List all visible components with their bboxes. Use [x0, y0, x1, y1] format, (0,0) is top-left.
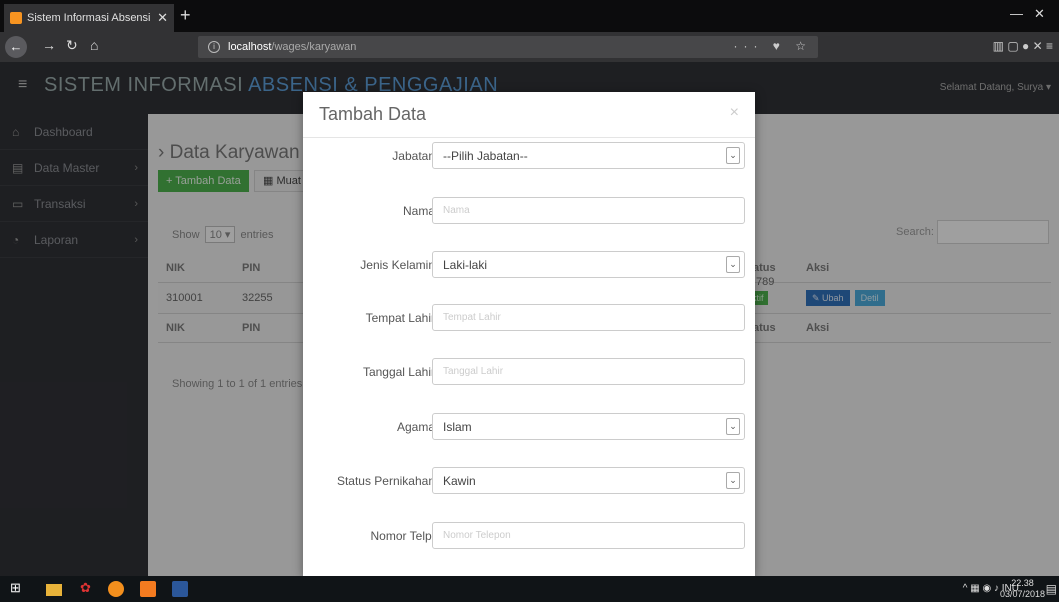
chevron-down-icon: ⌄	[726, 472, 740, 489]
form-row-nama: Nama Nama	[303, 197, 755, 225]
xampp-icon[interactable]	[140, 581, 156, 597]
close-icon[interactable]: ×	[730, 104, 739, 122]
clock-time: 22.38	[1011, 578, 1034, 588]
clock-date: 03/07/2018	[999, 589, 1045, 599]
clock[interactable]: 22.38 03/07/2018	[1000, 578, 1045, 600]
label-nomor-telp: Nomor Telp.	[370, 529, 435, 543]
form-row-tanggal-lahir: Tanggal Lahir Tanggal Lahir	[303, 358, 755, 386]
url-bar[interactable]: i localhost /wages/karyawan ··· ♥ ☆	[198, 36, 818, 58]
navigation-bar: ← → ↻ ⌂ i localhost /wages/karyawan ··· …	[0, 32, 1059, 62]
label-nama: Nama	[402, 204, 435, 218]
firefox-icon[interactable]	[108, 581, 124, 597]
jenis-kelamin-value: Laki-laki	[443, 258, 488, 272]
close-window-icon[interactable]: ✕	[1034, 6, 1045, 22]
label-status-pernikahan: Status Pernikahan	[336, 474, 435, 488]
page-actions-icon[interactable]: ··· ♥ ☆	[733, 39, 812, 53]
label-jabatan: Jabatan	[392, 149, 435, 163]
tab-bar: Sistem Informasi Absensi & Pe ✕ + — ✕	[0, 0, 1059, 32]
label-tanggal-lahir: Tanggal Lahir	[362, 365, 435, 379]
windows-taskbar: ⊞ ✿ ^ ▦ ◉ ♪ INU 22.38 03/07/2018 ▤	[0, 576, 1059, 602]
nama-input[interactable]: Nama	[432, 197, 745, 224]
tanggal-lahir-input[interactable]: Tanggal Lahir	[432, 358, 745, 385]
minimize-icon[interactable]: —	[1010, 6, 1023, 21]
browser-window: Sistem Informasi Absensi & Pe ✕ + — ✕ ← …	[0, 0, 1059, 602]
chevron-down-icon: ⌄	[726, 418, 740, 435]
app-icon[interactable]: ✿	[80, 580, 96, 596]
tempat-lahir-input[interactable]: Tempat Lahir	[432, 304, 745, 331]
back-button[interactable]: ←	[5, 36, 27, 58]
new-tab-button[interactable]: +	[180, 4, 191, 26]
browser-tab[interactable]: Sistem Informasi Absensi & Pe ✕	[4, 4, 174, 32]
chevron-down-icon: ⌄	[726, 256, 740, 273]
site-info-icon[interactable]: i	[208, 41, 220, 53]
form-row-nomor-telp: Nomor Telp. Nomor Telepon	[303, 522, 755, 550]
notification-icon[interactable]: ▤	[1046, 582, 1057, 596]
toolbar-icons[interactable]: ▥ ▢ ● ✕ ≡	[993, 39, 1053, 53]
label-tempat-lahir: Tempat Lahir	[365, 311, 435, 325]
chevron-down-icon: ⌄	[726, 147, 740, 164]
modal-title: Tambah Data	[319, 104, 427, 124]
url-host: localhost	[228, 41, 272, 53]
url-path: /wages/karyawan	[271, 41, 357, 53]
form-row-jenis-kelamin: Jenis Kelamin Laki-laki ⌄	[303, 251, 755, 279]
agama-value: Islam	[443, 420, 472, 434]
form-row-agama: Agama Islam ⌄	[303, 413, 755, 441]
status-pernikahan-select[interactable]: Kawin ⌄	[432, 467, 745, 494]
label-agama: Agama	[396, 420, 435, 434]
home-icon[interactable]: ⌂	[90, 37, 98, 53]
forward-icon[interactable]: →	[42, 37, 56, 53]
tab-title: Sistem Informasi Absensi & Pe	[27, 12, 153, 24]
label-jenis-kelamin: Jenis Kelamin	[360, 258, 435, 272]
windows-start-icon[interactable]: ⊞	[10, 580, 26, 596]
form-row-jabatan: Jabatan --Pilih Jabatan-- ⌄	[303, 142, 755, 170]
modal-header: Tambah Data ×	[303, 92, 755, 138]
web-page: ≡ SISTEM INFORMASI ABSENSI & PENGGAJIAN …	[0, 62, 1059, 576]
agama-select[interactable]: Islam ⌄	[432, 413, 745, 440]
nomor-telp-input[interactable]: Nomor Telepon	[432, 522, 745, 549]
xampp-favicon-icon	[10, 12, 22, 24]
status-pernikahan-value: Kawin	[443, 474, 476, 488]
file-explorer-icon[interactable]	[46, 584, 62, 596]
word-icon[interactable]	[172, 581, 188, 597]
jenis-kelamin-select[interactable]: Laki-laki ⌄	[432, 251, 745, 278]
jabatan-select[interactable]: --Pilih Jabatan-- ⌄	[432, 142, 745, 169]
form-row-status-pernikahan: Status Pernikahan Kawin ⌄	[303, 467, 755, 495]
tab-close-icon[interactable]: ✕	[157, 10, 168, 26]
reload-icon[interactable]: ↻	[66, 37, 78, 54]
jabatan-value: --Pilih Jabatan--	[443, 149, 528, 163]
form-row-tempat-lahir: Tempat Lahir Tempat Lahir	[303, 304, 755, 332]
add-data-modal: Tambah Data × Jabatan --Pilih Jabatan-- …	[303, 92, 755, 576]
